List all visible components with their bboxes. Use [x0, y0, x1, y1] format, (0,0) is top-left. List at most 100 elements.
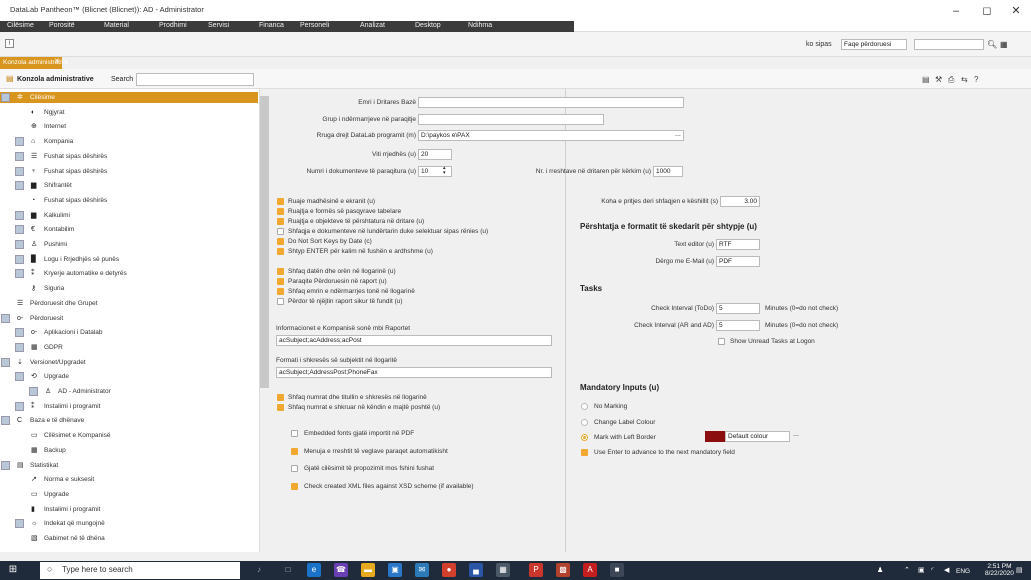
default-colour-select[interactable]: Default colour	[725, 431, 790, 442]
menu-cilesime[interactable]: Cilësime	[7, 22, 34, 29]
menu-desktop[interactable]: Desktop	[415, 22, 441, 29]
text-editor-select[interactable]: RTF	[716, 239, 760, 250]
tree-item[interactable]: ▤ Statistikat	[0, 460, 258, 471]
tree-expander-icon[interactable]	[1, 416, 10, 426]
tree-item[interactable]: ▮ Instalimi i programit	[0, 504, 258, 515]
unread-checkbox[interactable]	[718, 338, 725, 345]
tree-item[interactable]: ▆ Shifrantët	[0, 180, 258, 191]
setting-checkbox[interactable]	[277, 238, 284, 245]
menu-porosite[interactable]: Porositë	[49, 22, 75, 29]
tree-item[interactable]: ◔ Fushat sipas dëshirës	[0, 195, 258, 206]
menu-ndihma[interactable]: Ndihma	[468, 22, 492, 29]
default-colour-button[interactable]: ...	[793, 431, 799, 438]
powerpoint-icon[interactable]: P	[529, 563, 543, 577]
tree-item[interactable]: ⁑ Instalimi i programit	[0, 401, 258, 412]
menu-financa[interactable]: Financa	[259, 22, 284, 29]
tree-item[interactable]: ⊕ Internet	[0, 121, 258, 132]
tree-expander-icon[interactable]	[15, 210, 24, 220]
tree-item[interactable]: ☰ Përdoruesit dhe Grupet	[0, 298, 258, 309]
tree-item[interactable]: ▭ Upgrade	[0, 489, 258, 500]
enter-checkbox[interactable]	[581, 449, 588, 456]
tree-expander-icon[interactable]	[15, 269, 24, 279]
koha-input[interactable]: 3.00	[720, 196, 760, 207]
check-xml-checkbox[interactable]	[291, 483, 298, 490]
menu-prodhimi[interactable]: Prodhimi	[159, 22, 187, 29]
tray-chevron-icon[interactable]: ⌃	[904, 566, 910, 574]
tree-item[interactable]: C Baza e të dhënave	[0, 415, 258, 426]
refresh-icon[interactable]: ⇆	[961, 75, 968, 84]
pantheon-icon[interactable]: ▩	[556, 563, 570, 577]
emri-input[interactable]	[418, 97, 684, 108]
tab-konzola-administrative[interactable]: Konzola administrative	[0, 57, 68, 69]
sort-search-input[interactable]	[914, 39, 984, 50]
viti-input[interactable]: 20	[418, 149, 452, 160]
tree-item[interactable]: o- Aplikacioni i Datalab	[0, 327, 258, 338]
minimize-button[interactable]: –	[943, 2, 969, 20]
clock[interactable]: 2:51 PM 8/22/2020	[985, 563, 1014, 577]
sort-select[interactable]: Faqe përdoruesi	[841, 39, 907, 50]
microphone-icon[interactable]: ♪	[252, 563, 266, 577]
rruga-input[interactable]: D:\paykos e\PAX	[418, 130, 684, 141]
email-select[interactable]: PDF	[716, 256, 760, 267]
acrobat-icon[interactable]: A	[583, 563, 597, 577]
search-input[interactable]	[136, 73, 254, 86]
check-todo-input[interactable]: 5	[716, 303, 760, 314]
tree-item[interactable]: ⚷ Siguria	[0, 283, 258, 294]
setting-checkbox[interactable]	[277, 298, 284, 305]
close-button[interactable]: ✕	[1003, 2, 1029, 20]
chrome-icon[interactable]: ●	[442, 563, 456, 577]
radio-change-label-colour[interactable]	[581, 419, 588, 426]
tree-expander-icon[interactable]	[15, 225, 24, 235]
radio-mark-left-border[interactable]	[581, 434, 588, 441]
search-icon[interactable]: 🔍︎	[987, 40, 997, 49]
tree-expander-icon[interactable]	[15, 151, 24, 161]
tree-expander-icon[interactable]	[15, 401, 24, 411]
info-input[interactable]: acSubject;acAddress;acPost	[276, 335, 552, 346]
border-color-swatch[interactable]	[705, 431, 725, 442]
people-icon[interactable]: ♟	[877, 566, 883, 574]
menu-analizat[interactable]: Analizat	[360, 22, 385, 29]
viber-icon[interactable]: ☎	[334, 563, 348, 577]
tree-item[interactable]: ♙ Pushimi	[0, 239, 258, 250]
maximize-button[interactable]: ◻	[974, 2, 1000, 20]
store-icon[interactable]: ▣	[388, 563, 402, 577]
chart-app-icon[interactable]: ▄	[469, 563, 483, 577]
menu-servisi[interactable]: Servisi	[208, 22, 229, 29]
tree-item[interactable]: o- Përdoruesit	[0, 313, 258, 324]
tree-expander-icon[interactable]	[15, 328, 24, 338]
tree-item[interactable]: ▦ Backup	[0, 445, 258, 456]
tree-item[interactable]: ⌂ Kompania	[0, 136, 258, 147]
numri-spinner[interactable]: ▴ ▾	[443, 166, 446, 176]
setting-checkbox[interactable]	[277, 404, 284, 411]
tree-expander-icon[interactable]	[15, 254, 24, 264]
setting-checkbox[interactable]	[277, 288, 284, 295]
tree-item[interactable]: ☰ Fushat sipas dëshirës	[0, 151, 258, 162]
tree-item[interactable]: ▧ Gabimet në të dhëna	[0, 533, 258, 544]
language-indicator[interactable]: ENG	[956, 568, 970, 575]
setting-checkbox[interactable]	[277, 218, 284, 225]
tree-item[interactable]: ✲ Cilësime	[0, 92, 258, 103]
edge-icon[interactable]: e	[307, 563, 321, 577]
numri-input[interactable]: 10	[418, 166, 452, 177]
tree-item[interactable]: ↗ Norma e suksesit	[0, 474, 258, 485]
setting-checkbox[interactable]	[277, 208, 284, 215]
tree-expander-icon[interactable]	[15, 240, 24, 249]
tree-expander-icon[interactable]	[1, 357, 10, 367]
tree-expander-icon[interactable]	[1, 460, 10, 470]
tree-scrollbar-thumb[interactable]	[260, 96, 269, 388]
tree-expander-icon[interactable]	[15, 372, 24, 382]
tree-item[interactable]: ⟲ Upgrade	[0, 371, 258, 382]
tree-item[interactable]: ♆ Fushat sipas dëshirës	[0, 166, 258, 177]
tree-expander-icon[interactable]	[15, 181, 24, 191]
tab-close-icon[interactable]: ✕	[54, 57, 60, 65]
tree-item[interactable]: ▦ GDPR	[0, 342, 258, 353]
setting-checkbox[interactable]	[277, 278, 284, 285]
radio-no-marking[interactable]	[581, 403, 588, 410]
setting-checkbox[interactable]	[277, 228, 284, 235]
rruga-browse-button[interactable]: ...	[675, 131, 681, 138]
tree-item[interactable]: ▆ Kalkulimi	[0, 210, 258, 221]
tree-expander-icon[interactable]	[15, 342, 24, 352]
task-view-icon[interactable]: □	[281, 563, 295, 577]
app-icon[interactable]: ■	[610, 563, 624, 577]
info-icon[interactable]: !	[5, 39, 14, 48]
